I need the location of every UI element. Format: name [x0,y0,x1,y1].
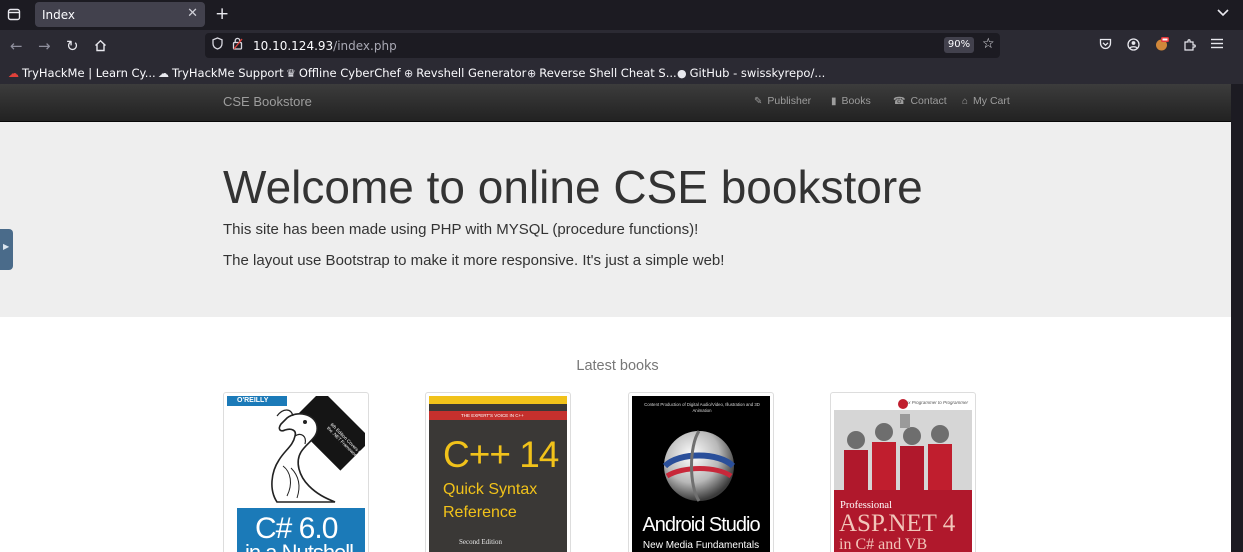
scrollbar[interactable] [1231,84,1243,552]
book-publisher: O'REILLY [237,397,269,404]
book-card-aspnet4[interactable]: Wrox Programmer to Programmer Profession… [830,392,976,552]
book-header: Content Production of Digital Audio/Vide… [644,402,760,413]
book-cover-csharp[interactable]: O'REILLY 6th Edition Covers C# 6.0 & the… [227,396,365,552]
tab-bar: Index ✕ + [0,0,1243,30]
browser-tab[interactable]: Index ✕ [35,2,205,27]
team-photo-icon [834,410,972,490]
book-card-cpp14[interactable]: THE EXPERT'S VOICE IN C++ C++ 14 Quick S… [425,392,571,552]
bookmark-tryhackme-support[interactable]: ☁ TryHackMe Support [158,66,284,80]
side-panel-handle[interactable]: ▶ [0,229,13,270]
book-subtitle: New Media Fundamentals [642,540,760,551]
book-subtitle: in C# and VB [839,536,928,552]
pencil-icon: ✎ [754,96,763,107]
menu-hamburger-icon[interactable] [1211,38,1223,53]
pocket-icon[interactable] [1099,38,1112,54]
bookmark-tryhackme[interactable]: ☁ TryHackMe | Learn Cy... [8,66,156,80]
latest-books-heading: Latest books [576,358,659,374]
bookmark-revshell-generator[interactable]: ⊕ Revshell Generator [404,66,526,80]
jumbotron: Welcome to online CSE bookstore This sit… [0,122,1231,317]
reload-icon[interactable]: ↻ [66,37,79,55]
close-tab-icon[interactable]: ✕ [187,6,198,21]
book-card-android-studio[interactable]: Content Production of Digital Audio/Vide… [628,392,774,552]
bookmark-github-swisskyrepo[interactable]: ● GitHub - swisskyrepo/... [677,66,825,80]
yellow-strip [429,396,567,404]
wrox-logo-icon [898,399,908,409]
cart-icon: ⌂ [962,96,969,107]
book-title: C++ 14 [443,434,559,475]
zoom-level[interactable]: 90% [944,37,974,53]
phone-icon: ☎ [893,96,906,107]
chef-hat-icon: ♛ [286,67,296,80]
address-bar[interactable]: 10.10.124.93/index.php 90% ☆ [205,33,1000,58]
sphere-illustration-icon [662,430,736,502]
site-brand[interactable]: CSE Bookstore [223,94,312,109]
tracking-shield-icon[interactable] [212,37,223,53]
book-icon: ▮ [831,96,837,107]
nav-books[interactable]: ▮ Books [831,95,871,107]
account-icon[interactable] [1127,38,1140,55]
browser-toolbar: ← → ↻ 10.10.124.93/index.php 90% ☆ [0,30,1243,62]
tryhackme-icon: ☁ [8,67,19,80]
bookmarks-toolbar: ☁ TryHackMe | Learn Cy... ☁ TryHackMe Supp… [0,62,1243,84]
page-title: Welcome to online CSE bookstore [223,161,923,213]
nav-contact[interactable]: ☎ Contact [893,95,947,107]
globe-icon: ⊕ [404,67,414,80]
lock-icon[interactable] [232,37,243,53]
book-subtitle: in a Nutshell [245,540,354,552]
github-icon: ● [677,67,687,80]
bookmark-cyberchef[interactable]: ♛ Offline CyberChef [286,66,401,80]
book-subtitle-2: Reference [443,504,517,521]
book-edition: Second Edition [459,538,502,546]
new-tab-icon[interactable]: + [215,4,229,24]
intro-text-2: The layout use Bootstrap to make it more… [223,252,725,269]
tab-overview-icon[interactable] [7,7,23,23]
url-text: 10.10.124.93/index.php [253,39,397,53]
book-series: THE EXPERT'S VOICE IN C++ [461,413,524,418]
site-navbar: CSE Bookstore ✎ Publisher ▮ Books ☎ Contact… [0,84,1231,122]
book-card-csharp[interactable]: O'REILLY 6th Edition Covers C# 6.0 & the… [223,392,369,552]
book-title: ASP.NET 4 [839,510,956,537]
book-cover-cpp14[interactable]: THE EXPERT'S VOICE IN C++ C++ 14 Quick S… [429,396,567,552]
chevron-down-icon[interactable] [1217,6,1229,20]
forward-icon[interactable]: → [38,37,51,55]
bird-illustration-icon [271,409,336,503]
page-viewport: CSE Bookstore ✎ Publisher ▮ Books ☎ Contact… [0,84,1231,552]
nav-publisher[interactable]: ✎ Publisher [754,95,811,107]
support-icon: ☁ [158,67,169,80]
extension-badge-icon[interactable] [1154,36,1170,56]
book-subtitle-1: Quick Syntax [443,481,538,498]
globe-icon: ⊕ [527,67,537,80]
nav-my-cart[interactable]: ⌂ My Cart [962,95,1010,107]
tab-title: Index [42,8,76,22]
bookmark-star-icon[interactable]: ☆ [982,36,995,52]
home-icon[interactable] [94,38,107,56]
play-icon: ▶ [3,242,10,251]
intro-text-1: This site has been made using PHP with M… [223,221,699,238]
extensions-puzzle-icon[interactable] [1183,38,1196,55]
bookmark-reverse-shell-cheat-sheet[interactable]: ⊕ Reverse Shell Cheat S... [527,66,677,80]
back-icon[interactable]: ← [10,37,23,55]
book-title: Android Studio [642,514,760,536]
book-cover-android-studio[interactable]: Content Production of Digital Audio/Vide… [632,396,770,552]
book-cover-aspnet4[interactable]: Wrox Programmer to Programmer Profession… [834,396,972,552]
